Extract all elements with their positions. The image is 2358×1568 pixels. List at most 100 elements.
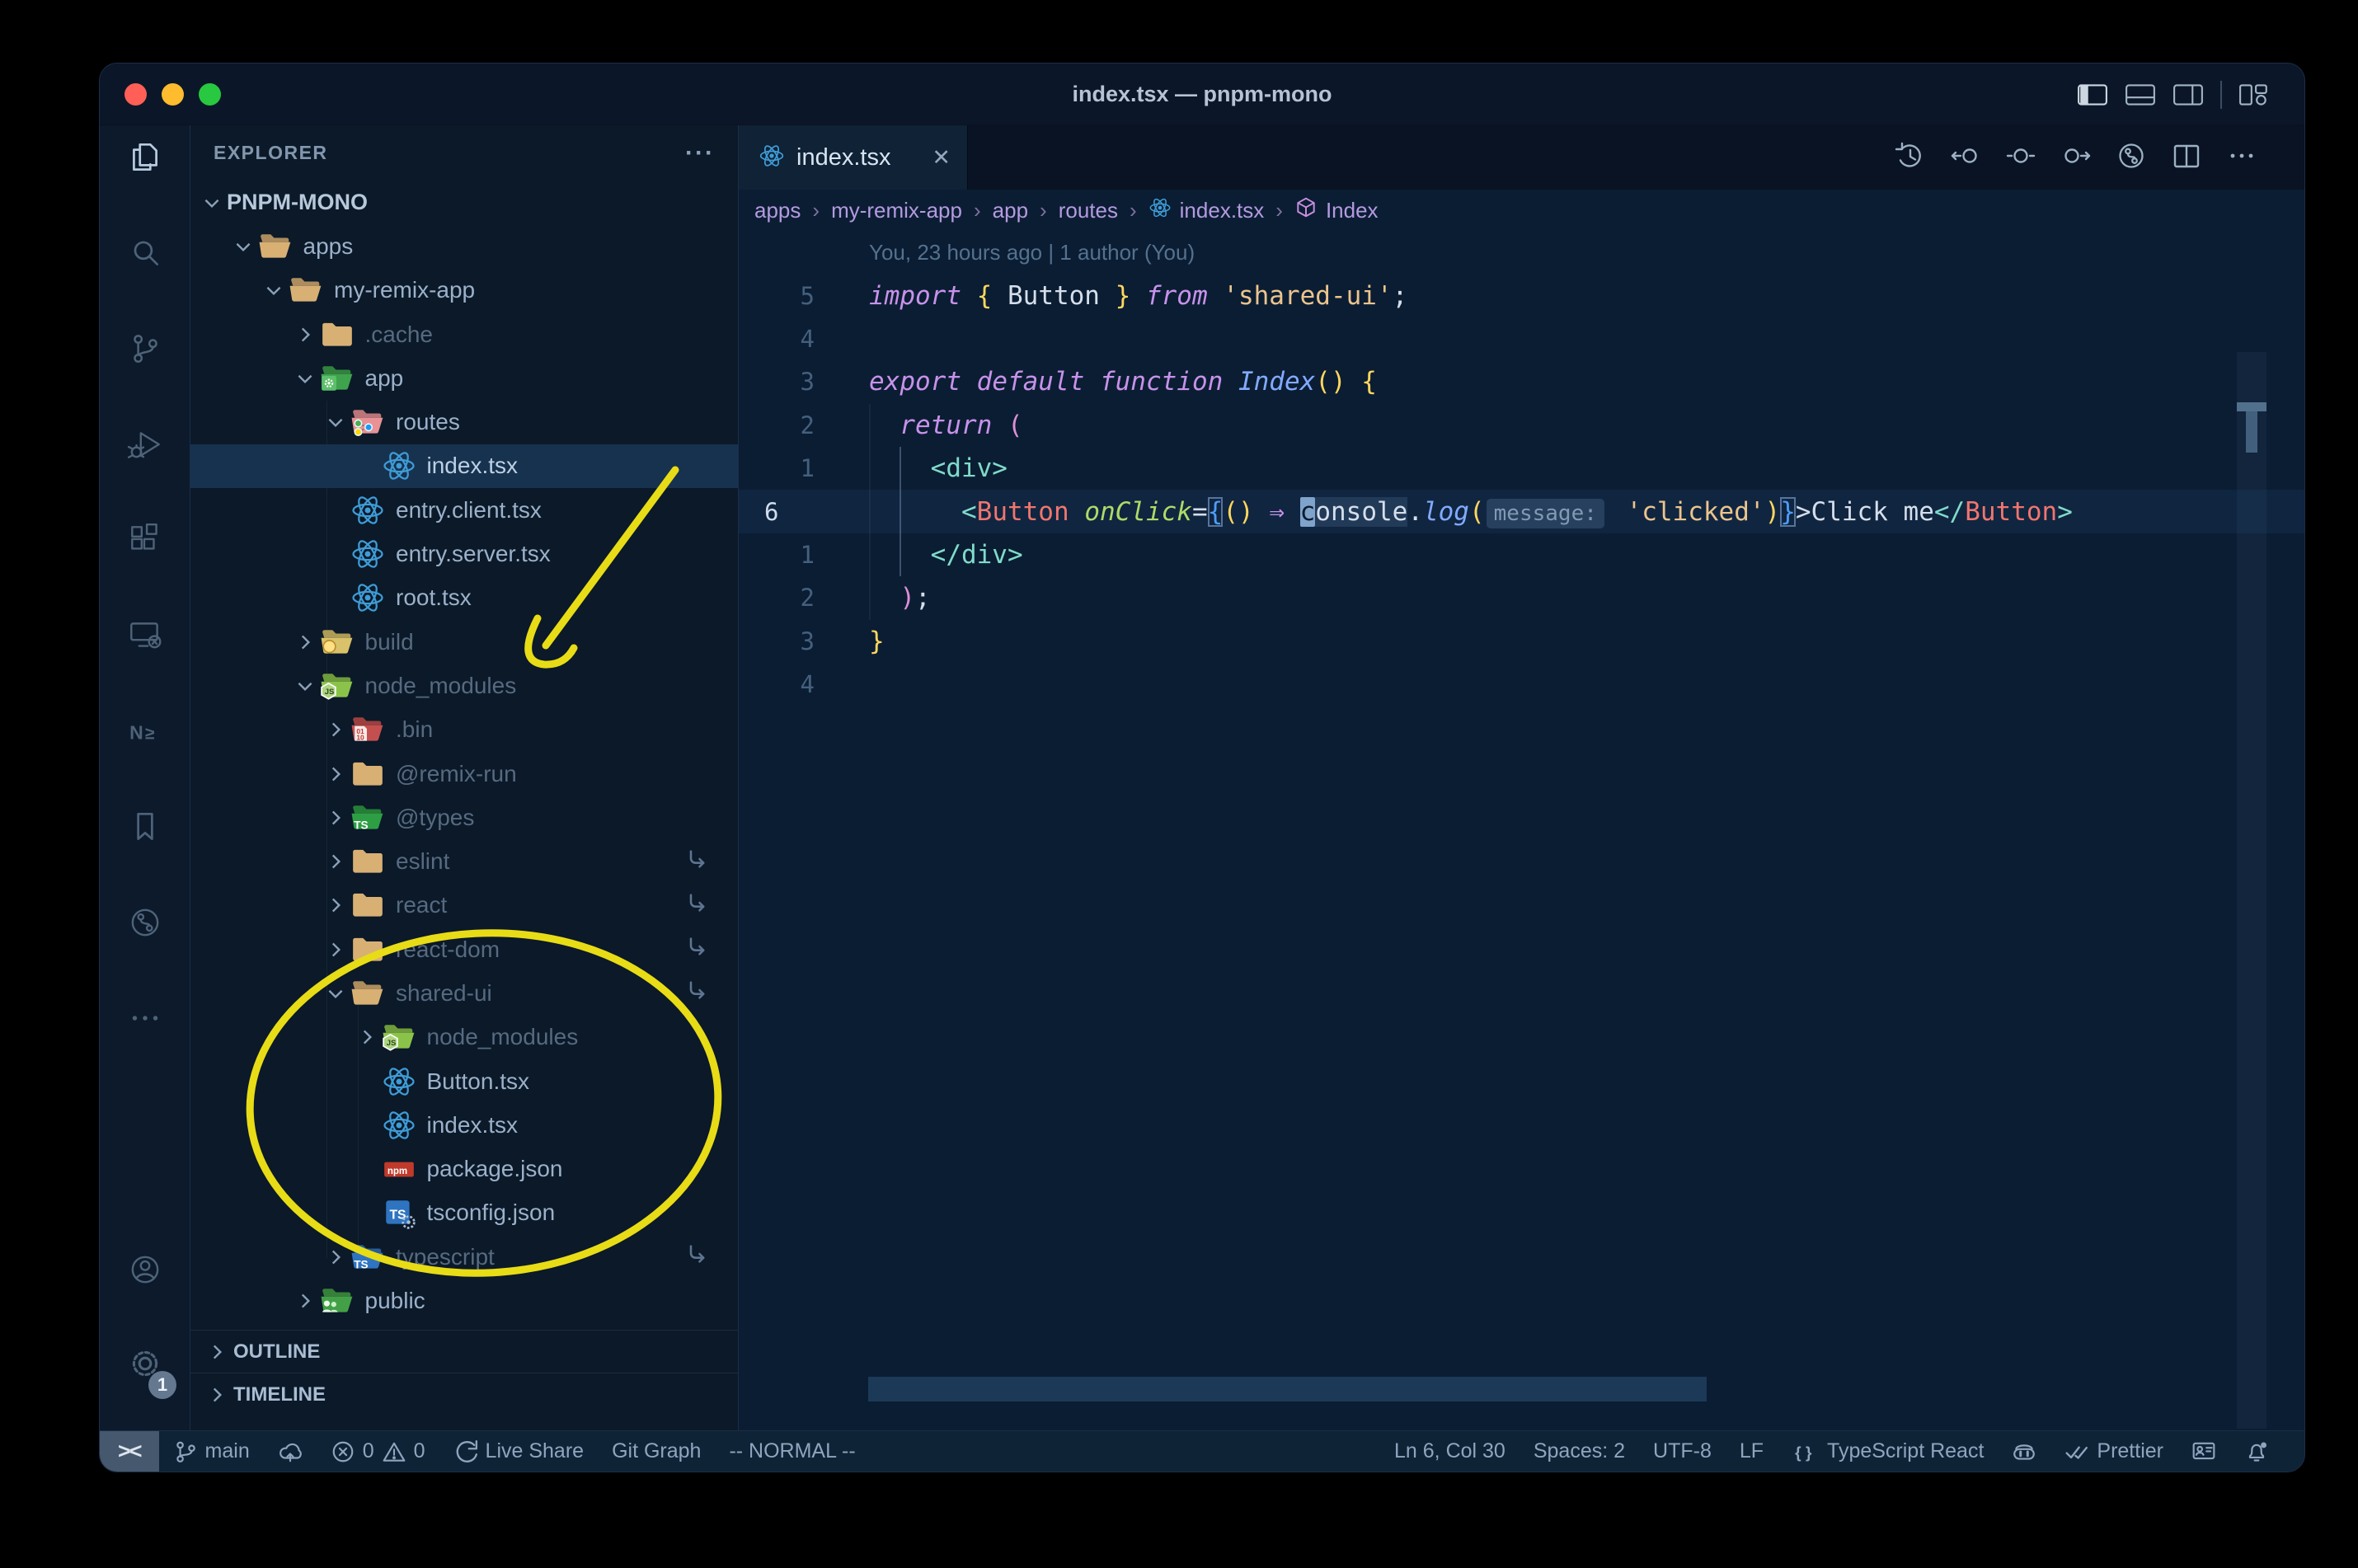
tree-item-index-tsx[interactable]: index.tsx (190, 444, 738, 489)
commit-graph-icon[interactable] (2115, 139, 2148, 176)
status-label: UTF-8 (1653, 1439, 1712, 1462)
timeline-history-icon[interactable] (1894, 139, 1927, 176)
git-blame-codelens[interactable]: You, 23 hours ago | 1 author (You) (869, 240, 1195, 265)
scrollbar-slider (2237, 402, 2266, 411)
tree-item-apps[interactable]: apps (190, 224, 738, 268)
tree-item-build[interactable]: build (190, 620, 738, 664)
status-item-vim-mode[interactable]: -- NORMAL -- (715, 1431, 869, 1472)
traffic-light-minimize[interactable] (162, 83, 184, 106)
status-item-language-mode[interactable]: { } TypeScript React (1778, 1431, 1998, 1472)
tab-close-icon[interactable]: ✕ (932, 145, 951, 171)
folder-open-icon (350, 976, 385, 1011)
status-item-problems[interactable]: 00 (317, 1431, 439, 1472)
tree-item--remix-run[interactable]: @remix-run (190, 752, 738, 796)
status-item-eol[interactable]: LF (1726, 1431, 1778, 1472)
line-number: 1 (800, 540, 815, 569)
tree-item-routes[interactable]: routes (190, 400, 738, 444)
status-item-notifications[interactable] (2230, 1431, 2283, 1472)
chevron-closed-icon (321, 894, 350, 916)
horizontal-scrollbar[interactable] (868, 1377, 1707, 1401)
tree-item-react[interactable]: react (190, 884, 738, 927)
tree-item-tsconfig-json[interactable]: TS tsconfig.json (190, 1191, 738, 1235)
breadcrumb-item-apps[interactable]: apps (754, 198, 801, 223)
activity-item-bookmarks[interactable] (100, 781, 190, 876)
sidebar-section-outline[interactable]: OUTLINE (190, 1330, 738, 1373)
search-icon (126, 234, 164, 276)
status-item-git-branch[interactable]: main (159, 1431, 264, 1472)
activity-item-nx-console[interactable]: N ≥ (100, 685, 190, 781)
activity-item-source-control[interactable] (100, 303, 190, 398)
status-item-prettier[interactable]: Prettier (2050, 1431, 2177, 1472)
react-icon (350, 537, 385, 571)
status-item-cursor-position[interactable]: Ln 6, Col 30 (1380, 1431, 1520, 1472)
breadcrumb-item-index[interactable]: Index (1294, 196, 1379, 225)
activity-item-more[interactable] (100, 972, 190, 1068)
breadcrumb-item-routes[interactable]: routes (1059, 198, 1118, 223)
activity-item-manage[interactable]: 1 (100, 1318, 190, 1412)
tree-item-node-modules[interactable]: JS node_modules (190, 664, 738, 707)
sidebar-more-actions-button[interactable]: ··· (685, 140, 715, 165)
breadcrumb-label: Index (1325, 197, 1379, 223)
layout-panel-icon[interactable] (2125, 83, 2156, 106)
workspace-root-pnpm-mono[interactable]: PNPM-MONO (190, 181, 738, 224)
open-changes-icon[interactable] (2004, 139, 2037, 176)
status-item-remote-indicator[interactable]: >< (100, 1431, 159, 1472)
status-item-live-share[interactable]: Live Share (439, 1431, 599, 1472)
more-actions-icon[interactable] (2225, 139, 2258, 176)
breadcrumb-item-app[interactable]: app (993, 198, 1028, 223)
status-item-git-graph[interactable]: Git Graph (598, 1431, 715, 1472)
breadcrumb-item-index-tsx[interactable]: index.tsx (1148, 196, 1264, 225)
tree-item-eslint[interactable]: eslint (190, 839, 738, 883)
tree-item-label: entry.client.tsx (396, 496, 542, 523)
status-item-indentation[interactable]: Spaces: 2 (1520, 1431, 1639, 1472)
tree-item-shared-ui[interactable]: shared-ui (190, 971, 738, 1015)
layout-sidebar-left-icon[interactable] (2077, 83, 2108, 106)
line-number: 4 (800, 670, 815, 699)
tree-item--types[interactable]: TS @types (190, 796, 738, 839)
traffic-light-close[interactable] (124, 83, 147, 106)
file-tree: PNPM-MONO apps my-remix-app .cache app routes… (190, 181, 738, 1323)
tree-item--bin[interactable]: 01 10 .bin (190, 708, 738, 752)
previous-change-icon[interactable] (1949, 139, 1982, 176)
activity-item-gitlens[interactable] (100, 876, 190, 972)
tree-item--cache[interactable]: .cache (190, 312, 738, 356)
tree-item-index-tsx[interactable]: index.tsx (190, 1103, 738, 1147)
activity-item-run-and-debug[interactable] (100, 398, 190, 494)
vertical-scrollbar[interactable] (2237, 352, 2266, 1429)
code-editor[interactable]: You, 23 hours ago | 1 author (You) 5 impor… (739, 231, 2304, 1430)
tree-item-my-remix-app[interactable]: my-remix-app (190, 269, 738, 312)
next-change-icon[interactable] (2060, 139, 2093, 176)
traffic-light-zoom[interactable] (199, 83, 221, 106)
split-editor-icon[interactable] (2170, 139, 2203, 176)
activity-item-extensions[interactable] (100, 494, 190, 589)
status-item-sync[interactable] (264, 1431, 317, 1472)
tree-item-typescript[interactable]: TS typescript (190, 1235, 738, 1279)
activity-item-search[interactable] (100, 207, 190, 303)
layout-customize-icon[interactable] (2238, 83, 2270, 106)
activity-item-remote-explorer[interactable] (100, 589, 190, 685)
tree-item-react-dom[interactable]: react-dom (190, 927, 738, 971)
status-item-copilot[interactable] (1998, 1431, 2050, 1472)
activity-item-accounts[interactable] (100, 1224, 190, 1318)
tree-item-package-json[interactable]: npm package.json (190, 1148, 738, 1191)
layout-sidebar-right-icon[interactable] (2172, 83, 2204, 106)
status-label: Spaces: 2 (1533, 1439, 1626, 1462)
tree-item-entry-client-tsx[interactable]: entry.client.tsx (190, 488, 738, 532)
activity-bar: N ≥ 1 (100, 125, 190, 1430)
tree-item-public[interactable]: public (190, 1279, 738, 1322)
activity-bar-bottom: 1 (100, 1238, 190, 1430)
status-item-feedback[interactable] (2177, 1431, 2230, 1472)
breadcrumb-item-my-remix-app[interactable]: my-remix-app (831, 198, 962, 223)
tree-item-label: public (364, 1288, 425, 1314)
tab-index-tsx[interactable]: index.tsx ✕ (739, 125, 968, 190)
tree-item-root-tsx[interactable]: root.tsx (190, 576, 738, 620)
status-item-encoding[interactable]: UTF-8 (1639, 1431, 1726, 1472)
tree-item-node-modules[interactable]: JS node_modules (190, 1016, 738, 1059)
activity-item-explorer[interactable] (100, 111, 190, 207)
tree-item-entry-server-tsx[interactable]: entry.server.tsx (190, 532, 738, 575)
folder-open-icon (289, 273, 323, 307)
sidebar-section-timeline[interactable]: TIMELINE (190, 1373, 738, 1415)
tree-item-app[interactable]: app (190, 356, 738, 400)
symlink-icon (685, 935, 708, 964)
tree-item-button-tsx[interactable]: Button.tsx (190, 1059, 738, 1103)
